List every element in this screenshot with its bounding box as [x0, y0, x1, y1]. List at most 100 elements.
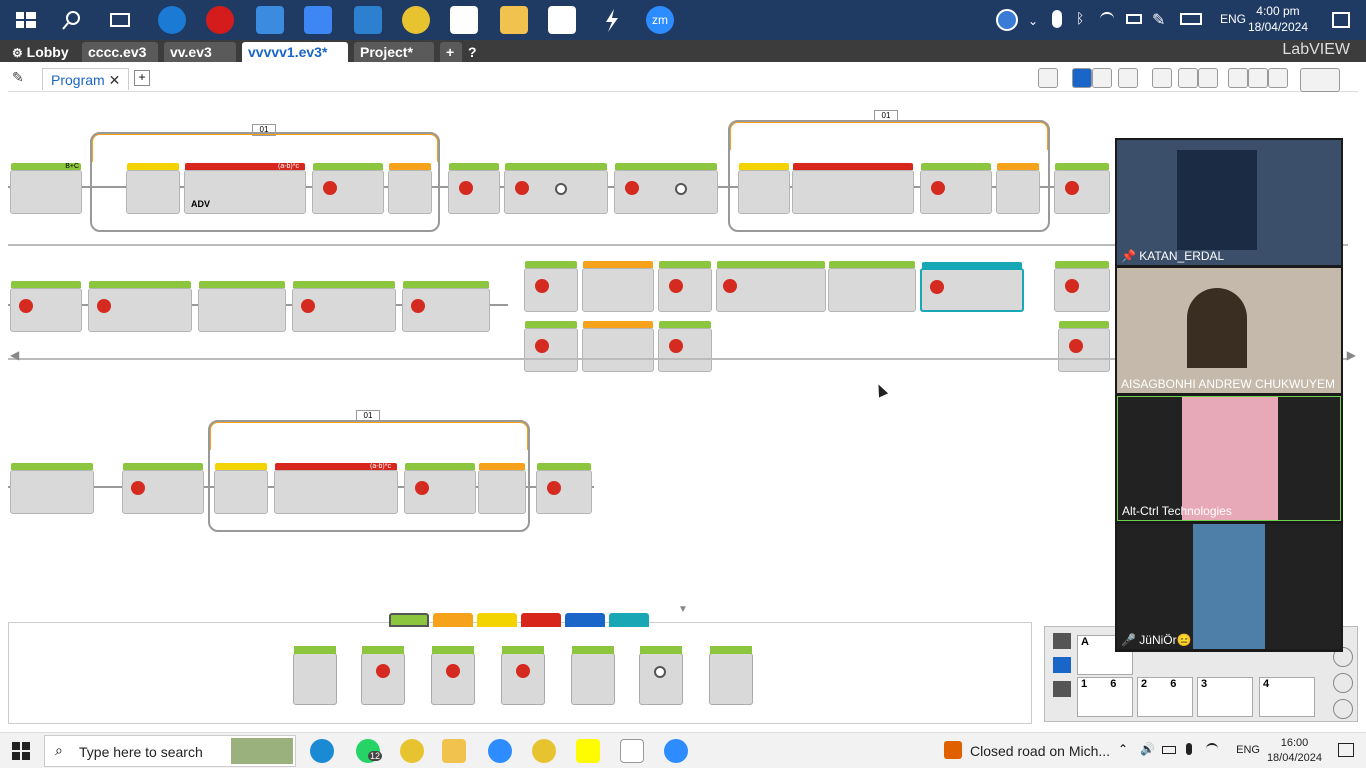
- ev3-cube-icon[interactable]: [354, 6, 382, 34]
- tab-vv[interactable]: vv.ev3: [164, 42, 236, 62]
- content-editor-icon[interactable]: [1300, 68, 1340, 92]
- large-motor-block[interactable]: [1054, 261, 1110, 312]
- motor-off-block[interactable]: [658, 321, 712, 372]
- zoom-in-icon[interactable]: [1248, 68, 1268, 88]
- tab-vvvvv1[interactable]: vvvvv1.ev3* ✕: [242, 42, 348, 80]
- edge-icon[interactable]: [310, 739, 334, 763]
- chevron-up-icon[interactable]: ⌃: [1118, 742, 1128, 756]
- notification-icon[interactable]: [1338, 743, 1354, 757]
- comment-tool-icon[interactable]: [1038, 68, 1058, 88]
- ev3-app-icon[interactable]: [450, 6, 478, 34]
- language-indicator[interactable]: ENG: [1236, 744, 1260, 756]
- port-view-icon[interactable]: [1053, 657, 1071, 673]
- palette-tab-flow[interactable]: [433, 613, 473, 627]
- bluetooth-icon[interactable]: ᛒ: [1076, 10, 1084, 26]
- palette-tab-myblocks[interactable]: [609, 613, 649, 627]
- loop-interrupt-block[interactable]: [388, 163, 432, 214]
- wait-timer-block[interactable]: [582, 321, 654, 372]
- windows-start-icon[interactable]: [12, 742, 30, 765]
- large-motor-block[interactable]: [402, 281, 490, 332]
- chrome-profile-icon[interactable]: [532, 739, 556, 763]
- move-steering-block[interactable]: [504, 163, 608, 214]
- medium-motor-block[interactable]: [198, 281, 286, 332]
- move-tank-block[interactable]: [292, 281, 396, 332]
- language-indicator[interactable]: ENG: [1220, 12, 1246, 26]
- keyboard-icon[interactable]: [1180, 13, 1202, 25]
- zoom-meeting-icon[interactable]: [664, 739, 688, 763]
- loop-interrupt-block[interactable]: [478, 463, 526, 514]
- chrome-icon[interactable]: [402, 6, 430, 34]
- move-steering-block[interactable]: [716, 261, 826, 312]
- palette-brick-light-block[interactable]: [709, 646, 753, 705]
- help-button[interactable]: ?: [462, 42, 480, 62]
- tab-program[interactable]: Program ✕: [42, 68, 130, 90]
- save-icon[interactable]: [1152, 68, 1172, 88]
- scroll-right-arrow-icon[interactable]: ▶: [1347, 348, 1356, 362]
- volume-icon[interactable]: 🔊: [1140, 742, 1155, 756]
- palette-large-motor-block[interactable]: [361, 646, 405, 705]
- pen-icon[interactable]: ✎: [1152, 10, 1165, 30]
- move-steering-block[interactable]: [312, 163, 384, 214]
- chrome-icon[interactable]: [400, 739, 424, 763]
- palette-move-steering-block[interactable]: [431, 646, 475, 705]
- whatsapp-icon[interactable]: 12: [356, 739, 383, 763]
- loop-interrupt-block[interactable]: [996, 163, 1040, 214]
- motor-off-block[interactable]: [658, 261, 712, 312]
- tab-project[interactable]: Project*: [354, 42, 434, 62]
- news-notification[interactable]: Closed road on Mich...: [970, 743, 1110, 759]
- zoom-out-icon[interactable]: [1228, 68, 1248, 88]
- motor-off-block[interactable]: [1054, 163, 1110, 214]
- tab-cccc[interactable]: cccc.ev3: [82, 42, 158, 62]
- wait-block[interactable]: [126, 163, 180, 214]
- ev3-app-icon[interactable]: [620, 739, 644, 763]
- palette-tab-sensor[interactable]: [477, 613, 517, 627]
- chevron-down-icon[interactable]: ⌄: [1028, 14, 1038, 28]
- select-tool-icon[interactable]: [1072, 68, 1092, 88]
- palette-sound-block[interactable]: [639, 646, 683, 705]
- palette-tab-advanced[interactable]: [565, 613, 605, 627]
- medium-motor-block[interactable]: [828, 261, 916, 312]
- zoom-reset-icon[interactable]: [1268, 68, 1288, 88]
- task-view-icon[interactable]: [106, 6, 134, 34]
- math-block[interactable]: (a-b)*c: [274, 463, 398, 514]
- move-steering-block[interactable]: [404, 463, 476, 514]
- file-explorer-icon[interactable]: [500, 6, 528, 34]
- thunder-icon[interactable]: [598, 6, 626, 34]
- taskbar-search-input[interactable]: ⌕ Type here to search: [44, 735, 296, 767]
- edge-icon[interactable]: [158, 6, 186, 34]
- search-icon[interactable]: [58, 6, 86, 34]
- clock[interactable]: 4:00 pm 18/04/2024: [1248, 3, 1308, 35]
- run-selected-icon[interactable]: [1333, 699, 1353, 719]
- palette-toggle-arrow-icon[interactable]: ▼: [678, 604, 688, 615]
- microphone-icon[interactable]: [1186, 743, 1192, 755]
- participant-tile-active[interactable]: Alt-Ctrl Technologies: [1117, 396, 1341, 521]
- motor-off-block[interactable]: [536, 463, 592, 514]
- wait-timer-block[interactable]: [582, 261, 654, 312]
- clock[interactable]: 16:00 18/04/2024: [1267, 736, 1322, 766]
- add-program-button[interactable]: +: [134, 70, 150, 86]
- windows-start-icon[interactable]: [12, 6, 40, 34]
- palette-tab-action[interactable]: [389, 613, 429, 627]
- store-icon[interactable]: [548, 6, 576, 34]
- move-tank-block[interactable]: [122, 463, 204, 514]
- math-block[interactable]: [792, 163, 914, 214]
- move-tank-block[interactable]: B+C: [10, 163, 82, 214]
- wifi-icon[interactable]: [1206, 743, 1218, 755]
- participant-tile[interactable]: AISAGBONHI ANDREW CHUKWUYEM: [1117, 268, 1341, 393]
- wrench-icon[interactable]: ✎: [12, 69, 24, 86]
- add-tab-button[interactable]: +: [440, 42, 462, 62]
- palette-display-block[interactable]: [571, 646, 615, 705]
- pan-tool-icon[interactable]: [1092, 68, 1112, 88]
- wifi-icon[interactable]: [1100, 12, 1114, 26]
- dropbox-icon[interactable]: [304, 6, 332, 34]
- palette-move-tank-block[interactable]: [501, 646, 545, 705]
- battery-icon[interactable]: [1162, 746, 1176, 754]
- large-motor-block[interactable]: [1058, 321, 1110, 372]
- motor-off-block[interactable]: [448, 163, 500, 214]
- help-icon[interactable]: [996, 9, 1018, 31]
- move-tank-block[interactable]: [10, 281, 82, 332]
- participant-tile[interactable]: 🎤 JüNiÖr😑: [1117, 524, 1341, 649]
- tab-lobby[interactable]: ⚙ Lobby: [6, 42, 76, 62]
- palette-medium-motor-block[interactable]: [293, 646, 337, 705]
- math-block[interactable]: (a-b)*c ADV: [184, 163, 306, 214]
